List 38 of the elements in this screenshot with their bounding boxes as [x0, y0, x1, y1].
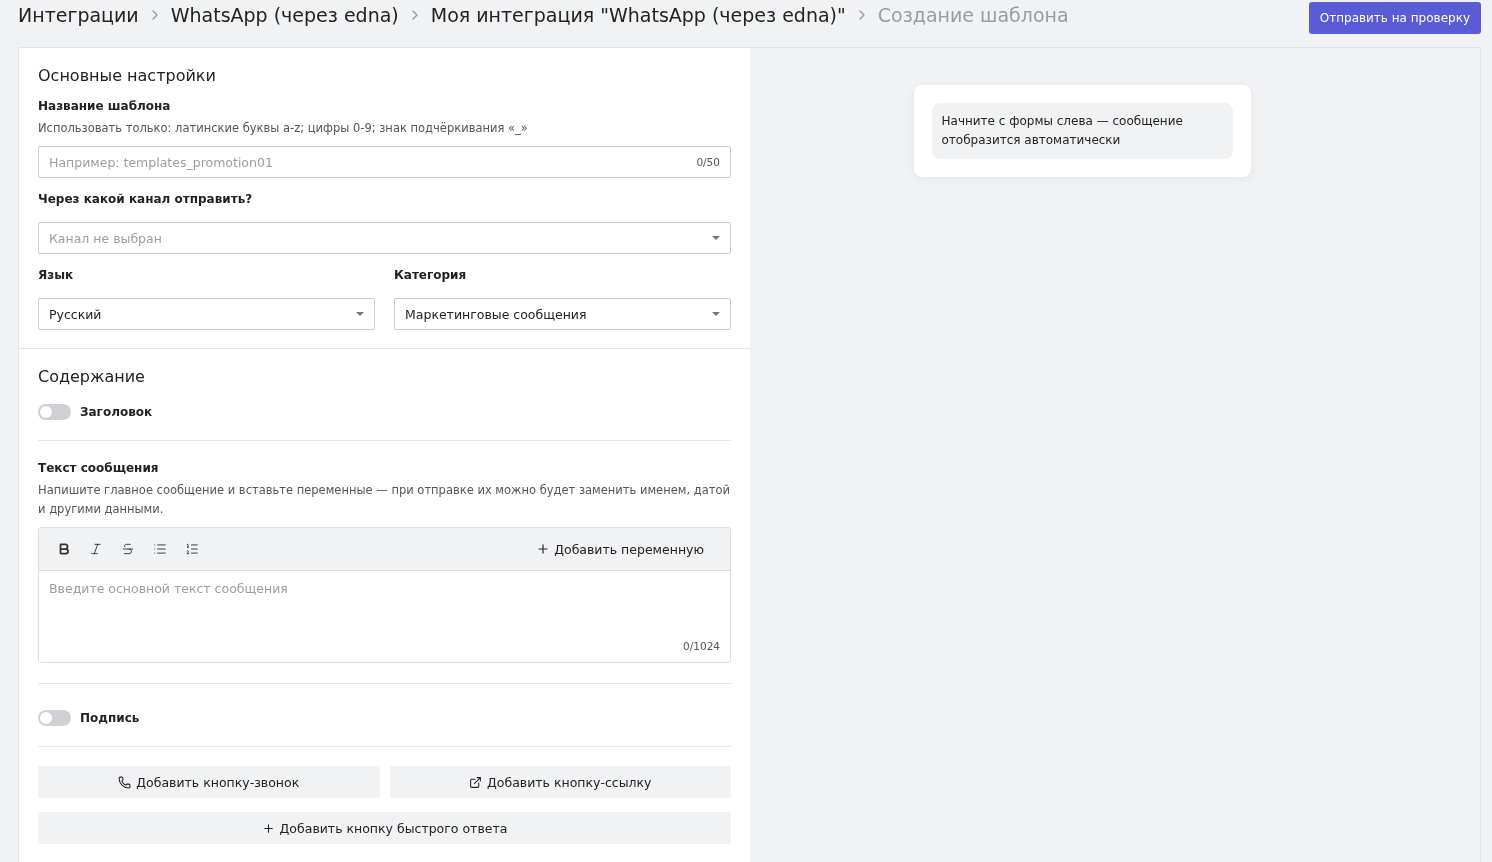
select-field[interactable]: Русский — [38, 298, 375, 330]
breadcrumb-link[interactable]: Интеграции — [18, 4, 139, 26]
submit-button[interactable]: Отправить на проверку — [1308, 2, 1481, 34]
plus-icon — [261, 821, 275, 835]
breadcrumb-link[interactable]: WhatsApp (через edna) — [170, 4, 399, 26]
caret-icon — [712, 236, 720, 240]
field-hint: Использовать только: латинские буквы a-z; цифры 0-9; знак подчёркивания «_» — [38, 120, 529, 137]
section-title: Содержание — [38, 367, 146, 386]
section-title: Основные настройки — [38, 66, 217, 85]
input-field[interactable]: Например: templates_promotion01 0/50 — [38, 146, 731, 178]
toggle-switch[interactable] — [38, 710, 71, 726]
add-button[interactable]: Добавить кнопку-ссылку — [389, 766, 731, 798]
message-text-area[interactable]: Введите основной текст сообщения 0/1024 — [39, 571, 730, 662]
caret-icon — [356, 312, 364, 316]
breadcrumb-link[interactable]: Моя интеграция "WhatsApp (через edna)" — [430, 4, 846, 26]
plus-icon — [536, 542, 551, 556]
external-link-icon — [469, 775, 482, 789]
field-label: Название шаблона — [38, 99, 172, 113]
strikethrough-icon[interactable] — [121, 542, 135, 556]
italic-icon[interactable] — [89, 542, 103, 556]
field-label: Категория — [394, 268, 468, 282]
bullet-list-icon[interactable] — [153, 542, 167, 556]
field-label: Текст сообщения — [38, 461, 160, 475]
add-variable-button[interactable]: Добавить переменную — [530, 540, 710, 558]
toggle-label: Заголовок — [80, 405, 153, 419]
select-field[interactable]: Маркетинговые сообщения — [394, 298, 731, 330]
field-label: Язык — [38, 268, 75, 282]
phone-icon — [118, 775, 132, 789]
bold-icon[interactable] — [57, 542, 71, 556]
message-bubble: Начните с формы слева — сообщение отобразится автоматически — [931, 103, 1233, 159]
add-button[interactable]: Добавить кнопку-звонок — [38, 766, 380, 798]
field-hint: Напишите главное сообщение и вставьте переменные — при отправке их можно будет заменить именем, датой и другими данными. — [38, 482, 731, 518]
toggle-switch[interactable] — [38, 404, 71, 420]
field-label: Через какой канал отправить? — [38, 192, 254, 206]
add-button[interactable]: Добавить кнопку быстрого ответа — [38, 812, 731, 844]
caret-icon — [712, 312, 720, 316]
toggle-label: Подпись — [80, 711, 140, 725]
numbered-list-icon[interactable] — [185, 542, 199, 556]
